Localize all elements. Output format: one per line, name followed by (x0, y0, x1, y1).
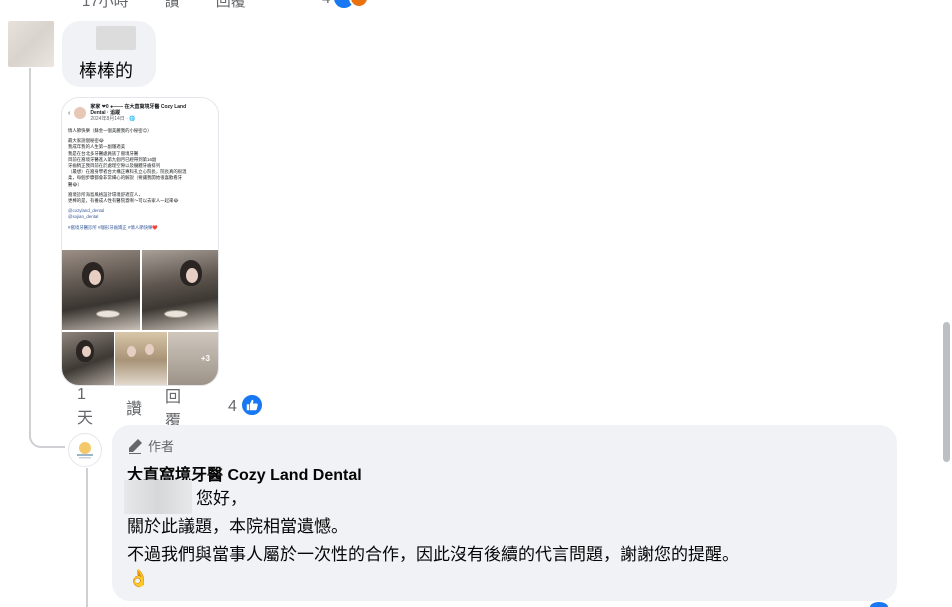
reply-line-3: 不過我們與當事人屬於一次性的合作，因此沒有後續的代言問題，謝謝您的提醒。 (127, 545, 739, 564)
reply-line-1: 您好， (196, 489, 247, 508)
commenter-name-redacted[interactable] (96, 26, 136, 50)
back-arrow-icon: ‹ (68, 109, 71, 117)
prev-comment-actions: 17小時 讚 回覆 (82, 0, 282, 10)
screenshot-header: ‹ 家家 ❤0 ●—— 在大直窩境牙醫 Cozy Land Dental · 追… (68, 104, 200, 122)
angry-reaction-icon (349, 0, 370, 8)
prev-comment-reply-button[interactable]: 回覆 (216, 0, 246, 11)
mentioned-name-redacted (124, 480, 192, 514)
prev-comment-like-button[interactable]: 讚 (165, 0, 180, 11)
reply-thread-line (86, 468, 88, 607)
author-badge-label: 作者 (148, 439, 175, 454)
pen-icon (129, 438, 142, 454)
like-reaction-icon[interactable] (870, 602, 888, 607)
scrollbar-track[interactable] (940, 0, 952, 607)
photo-two-people (115, 332, 167, 385)
photo-woman-cafe-1 (62, 250, 140, 330)
prev-comment-time[interactable]: 17小時 (82, 0, 129, 11)
scrollbar-thumb[interactable] (943, 322, 950, 462)
screenshot-post-body: 情人節快樂（蘇金一個美麗我的小秘密😊） 最大家說個秘密😂 我成年我的人生第一副隱… (68, 128, 214, 231)
comment-reply-button[interactable]: 回覆 (165, 383, 181, 431)
comment-text: 棒棒的 (79, 61, 133, 81)
author-badge: 作者 (127, 436, 174, 455)
reply-line-2: 關於此議題，本院相當遺憾。 (127, 517, 348, 536)
screenshot-hashtags: #窩境牙醫診所 #隱形牙齒矯正 #情人節快樂❤️ (68, 224, 158, 230)
screenshot-avatar (74, 107, 87, 119)
photo-more: +3 (168, 332, 218, 385)
thread-branch-line (29, 420, 65, 448)
photo-woman-cafe-2 (142, 250, 218, 330)
photo-woman-cafe-3 (62, 332, 114, 385)
prev-reaction-count: 4 (322, 0, 330, 7)
screenshot-header-name: 家家 ❤0 ●—— 在大直窩境牙醫 Cozy Land Dental · 追蹤 (90, 104, 187, 116)
more-photos-count: +3 (200, 354, 210, 363)
comment-timestamp[interactable]: 1天 (77, 386, 93, 428)
commenter-avatar[interactable] (8, 21, 54, 67)
thread-line (29, 68, 31, 438)
comment-like-button[interactable]: 讚 (126, 395, 142, 419)
screenshot-photo-grid: +3 (62, 250, 218, 385)
comment-reaction-count[interactable]: 4 (228, 398, 237, 416)
comment-attached-image[interactable]: ‹ 家家 ❤0 ●—— 在大直窩境牙醫 Cozy Land Dental · 追… (61, 97, 219, 386)
thumbs-up-icon[interactable] (240, 393, 264, 417)
ok-hand-emoji: 👌 (128, 569, 150, 588)
screenshot-header-date: 2024年8月14日 · 🌐 (90, 116, 136, 122)
page-avatar[interactable] (68, 433, 102, 467)
prev-comment-reactions[interactable]: 4 (322, 0, 370, 8)
